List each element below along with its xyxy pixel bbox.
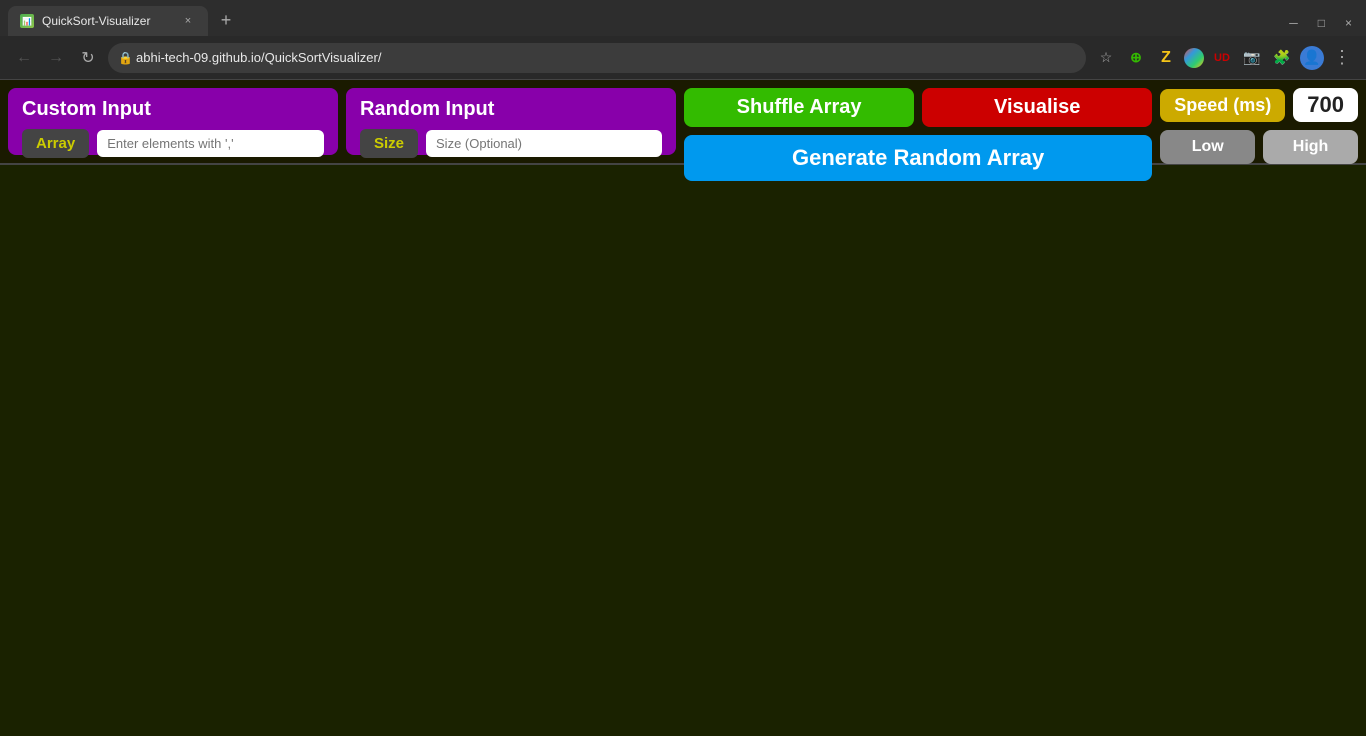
array-label: Array — [22, 129, 89, 158]
puzzle-icon[interactable]: 🧩 — [1270, 46, 1294, 70]
bookmark-icon[interactable]: ☆ — [1094, 46, 1118, 70]
generate-button[interactable]: Generate Random Array — [684, 135, 1152, 181]
tab-title: QuickSort-Visualizer — [42, 14, 150, 28]
speed-panel: Speed (ms) 700 Low High — [1160, 88, 1358, 155]
browser-window: 📊 QuickSort-Visualizer × + ─ □ × ← → ↻ 🔒… — [0, 0, 1366, 736]
menu-icon[interactable]: ⋮ — [1330, 46, 1354, 70]
shuffle-button[interactable]: Shuffle Array — [684, 88, 914, 127]
minimize-button[interactable]: ─ — [1283, 14, 1304, 32]
toolbar-icons: ☆ ⊕ Z UD 📷 🧩 👤 ⋮ — [1094, 46, 1354, 70]
tab-close-button[interactable]: × — [180, 13, 196, 29]
size-input-row: Size — [360, 129, 662, 158]
address-bar: ← → ↻ 🔒 ☆ ⊕ Z UD 📷 🧩 👤 ⋮ — [0, 36, 1366, 80]
close-button[interactable]: × — [1339, 14, 1358, 32]
app-bar: Custom Input Array Random Input Size Shu… — [0, 80, 1366, 165]
lock-icon: 🔒 — [118, 51, 133, 65]
camera-icon[interactable]: 📷 — [1240, 46, 1264, 70]
array-input-row: Array — [22, 129, 324, 158]
speed-label-row: Speed (ms) 700 — [1160, 88, 1358, 122]
maximize-button[interactable]: □ — [1312, 14, 1331, 32]
zotero-icon[interactable]: Z — [1154, 46, 1178, 70]
tab-favicon: 📊 — [20, 14, 34, 28]
action-panel: Shuffle Array Visualise Generate Random … — [684, 88, 1152, 155]
active-tab[interactable]: 📊 QuickSort-Visualizer × — [8, 6, 208, 36]
speed-label: Speed (ms) — [1160, 89, 1285, 122]
custom-input-panel: Custom Input Array — [8, 88, 338, 155]
address-wrapper: 🔒 — [108, 43, 1086, 73]
speed-low-button[interactable]: Low — [1160, 130, 1255, 164]
profile-icon[interactable]: 👤 — [1300, 46, 1324, 70]
random-input-title: Random Input — [360, 98, 662, 121]
speed-value: 700 — [1293, 88, 1358, 122]
speed-buttons: Low High — [1160, 130, 1358, 164]
back-button[interactable]: ← — [12, 46, 36, 70]
speed-high-button[interactable]: High — [1263, 130, 1358, 164]
window-controls: ─ □ × — [1283, 14, 1366, 36]
url-input[interactable] — [108, 43, 1086, 73]
array-input[interactable] — [97, 130, 324, 157]
visualise-button[interactable]: Visualise — [922, 88, 1152, 127]
forward-button[interactable]: → — [44, 46, 68, 70]
extension-plus-icon[interactable]: ⊕ — [1124, 46, 1148, 70]
random-input-panel: Random Input Size — [346, 88, 676, 155]
ud-icon[interactable]: UD — [1210, 46, 1234, 70]
top-actions: Shuffle Array Visualise — [684, 88, 1152, 127]
custom-input-title: Custom Input — [22, 98, 324, 121]
tab-bar: 📊 QuickSort-Visualizer × + ─ □ × — [0, 0, 1366, 36]
size-label: Size — [360, 129, 418, 158]
page-content: Custom Input Array Random Input Size Shu… — [0, 80, 1366, 736]
size-input[interactable] — [426, 130, 662, 157]
colorful-icon[interactable] — [1184, 48, 1204, 68]
refresh-button[interactable]: ↻ — [76, 46, 100, 70]
new-tab-button[interactable]: + — [212, 6, 240, 34]
